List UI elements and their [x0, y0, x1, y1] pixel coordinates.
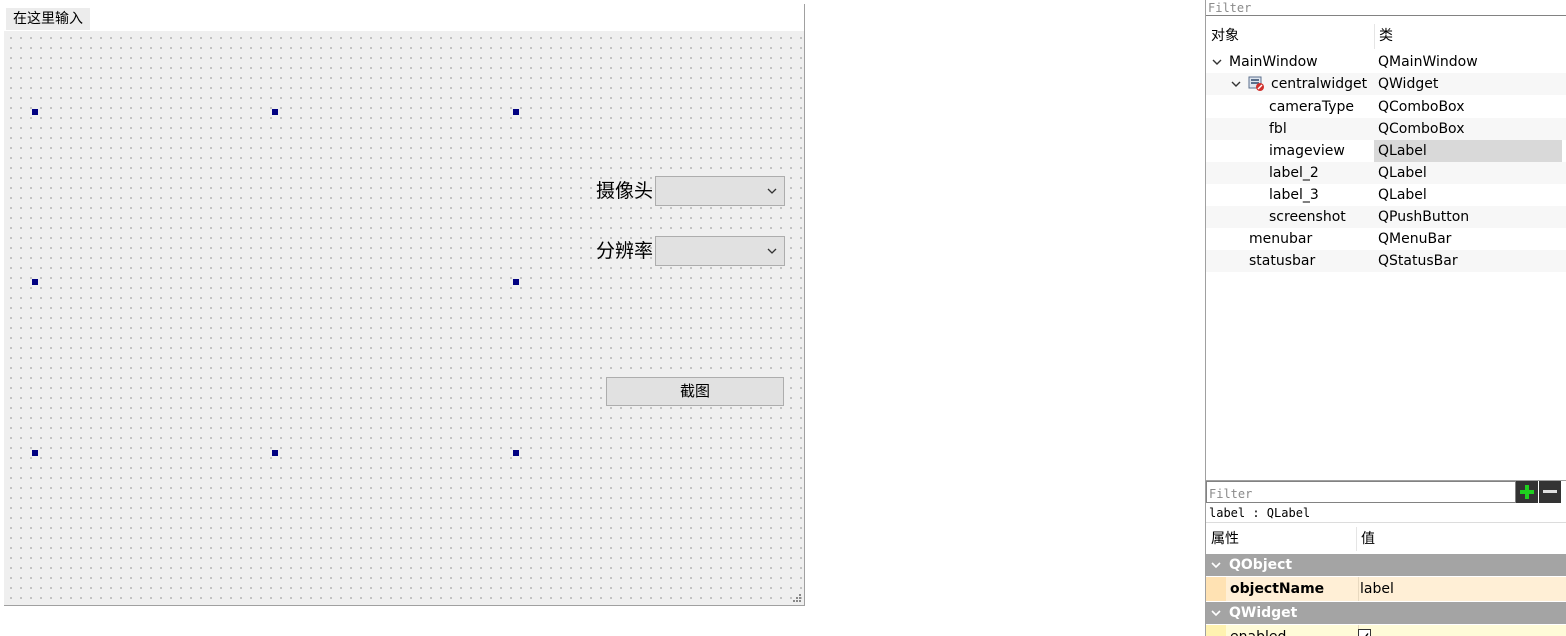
selection-handle-top-center[interactable] — [272, 109, 278, 115]
tree-row-imageview[interactable]: imageview QLabel — [1206, 140, 1566, 162]
property-group-label: QObject — [1229, 557, 1293, 573]
selection-handle-bottom-center[interactable] — [272, 450, 278, 456]
screenshot-button[interactable]: 截图 — [606, 377, 784, 406]
chevron-down-icon — [767, 248, 777, 254]
tree-row-name: MainWindow — [1229, 54, 1318, 70]
chevron-down-icon[interactable] — [1211, 560, 1221, 570]
central-widget-grid[interactable]: 摄像头 分辨率 截图 — [4, 31, 804, 603]
selection-handle-bottom-left[interactable] — [32, 450, 38, 456]
chevron-down-icon[interactable] — [1212, 57, 1222, 67]
layout-broken-icon — [1248, 76, 1264, 91]
tree-row-menubar[interactable]: menubar QMenuBar — [1206, 228, 1566, 250]
tree-row-name: statusbar — [1249, 253, 1316, 269]
tree-row-name: screenshot — [1269, 209, 1346, 225]
remove-property-button[interactable] — [1539, 481, 1561, 503]
tree-row-label-3[interactable]: label_3 QLabel — [1206, 184, 1566, 206]
property-value[interactable]: label — [1356, 577, 1394, 601]
add-property-button[interactable] — [1516, 481, 1538, 503]
type-here-menu-entry[interactable]: 在这里输入 — [6, 8, 90, 30]
selection-handle-top-left[interactable] — [32, 109, 38, 115]
form-menubar: 在这里输入 — [4, 4, 804, 31]
property-row-objectname[interactable]: objectName label — [1206, 577, 1566, 601]
tree-row-class: QLabel — [1378, 187, 1427, 203]
property-group-qobject[interactable]: QObject — [1206, 554, 1566, 576]
column-header-property[interactable]: 属性 — [1206, 527, 1356, 551]
tree-row-centralwidget[interactable]: centralwidget QWidget — [1206, 73, 1566, 95]
object-inspector: 对象 类 MainWindow QMainWindow centralwidge… — [1205, 0, 1566, 480]
chevron-down-icon[interactable] — [1231, 79, 1241, 89]
tree-row-name: label_2 — [1269, 165, 1319, 181]
column-header-value[interactable]: 值 — [1356, 527, 1566, 551]
resolution-label[interactable]: 分辨率 — [596, 236, 653, 266]
object-inspector-filter-input[interactable] — [1206, 0, 1566, 16]
chevron-down-icon — [767, 188, 777, 194]
tree-row-class: QMainWindow — [1378, 54, 1478, 70]
size-grip-icon[interactable] — [792, 593, 802, 603]
tree-row-cameratype[interactable]: cameraType QComboBox — [1206, 96, 1566, 118]
column-header-object[interactable]: 对象 — [1206, 24, 1374, 49]
selection-handle-middle-right[interactable] — [513, 279, 519, 285]
tree-row-class: QLabel — [1378, 165, 1427, 181]
selected-object-title: label : QLabel — [1206, 504, 1566, 523]
tree-row-name: centralwidget — [1271, 76, 1368, 92]
selection-handle-bottom-right[interactable] — [513, 450, 519, 456]
resolution-combobox[interactable] — [655, 236, 785, 266]
tree-row-name: menubar — [1249, 231, 1313, 247]
property-group-label: QWidget — [1229, 605, 1298, 621]
tree-row-screenshot[interactable]: screenshot QPushButton — [1206, 206, 1566, 228]
selection-handle-top-right[interactable] — [513, 109, 519, 115]
property-name: enabled — [1228, 625, 1359, 636]
check-icon — [1365, 633, 1369, 636]
property-name: objectName — [1228, 577, 1359, 601]
tree-row-statusbar[interactable]: statusbar QStatusBar — [1206, 250, 1566, 272]
tree-row-name: imageview — [1269, 143, 1345, 159]
tree-row-class: QLabel — [1374, 140, 1562, 162]
property-filter-input[interactable] — [1206, 481, 1516, 503]
tree-row-name: label_3 — [1269, 187, 1319, 203]
minus-icon — [1543, 490, 1557, 493]
column-header-class[interactable]: 类 — [1374, 24, 1564, 49]
row-gutter — [1206, 577, 1226, 601]
form-canvas[interactable]: 在这里输入 摄像头 分辨率 截图 — [4, 4, 805, 606]
camera-label[interactable]: 摄像头 — [596, 176, 653, 206]
property-group-qwidget[interactable]: QWidget — [1206, 602, 1566, 624]
plus-icon — [1520, 485, 1534, 499]
property-row-enabled[interactable]: enabled — [1206, 625, 1566, 636]
tree-row-class: QMenuBar — [1378, 231, 1452, 247]
tree-row-class: QStatusBar — [1378, 253, 1458, 269]
row-gutter — [1206, 625, 1226, 636]
property-editor-header: 属性 值 — [1206, 527, 1566, 551]
tree-row-class: QPushButton — [1378, 209, 1470, 225]
tree-row-label-2[interactable]: label_2 QLabel — [1206, 162, 1566, 184]
tree-row-class: QComboBox — [1378, 99, 1465, 115]
property-editor: label : QLabel 属性 值 QObject objectName l… — [1205, 480, 1566, 636]
selection-handle-middle-left[interactable] — [32, 279, 38, 285]
tree-row-class: QWidget — [1378, 76, 1439, 92]
enabled-checkbox[interactable] — [1358, 629, 1371, 636]
tree-row-mainwindow[interactable]: MainWindow QMainWindow — [1206, 51, 1566, 73]
tree-row-class: QComboBox — [1378, 121, 1465, 137]
tree-row-name: fbl — [1269, 121, 1287, 137]
chevron-down-icon[interactable] — [1211, 608, 1221, 618]
camera-type-combobox[interactable] — [655, 176, 785, 206]
tree-row-name: cameraType — [1269, 99, 1355, 115]
tree-row-fbl[interactable]: fbl QComboBox — [1206, 118, 1566, 140]
object-inspector-header: 对象 类 — [1206, 24, 1566, 49]
